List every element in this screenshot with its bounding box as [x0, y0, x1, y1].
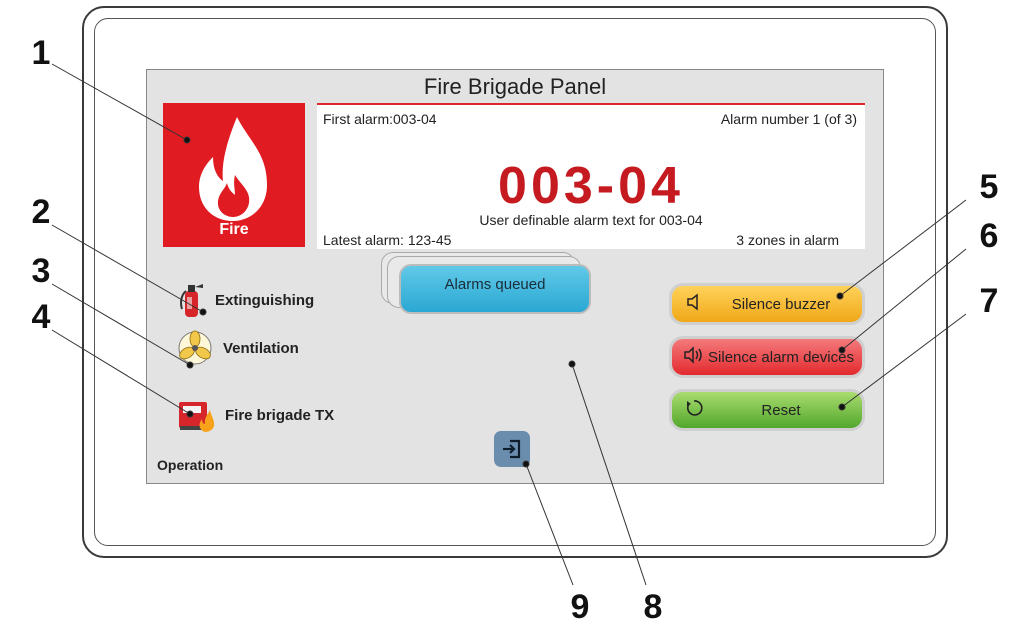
callout-4: 4 [31, 298, 51, 336]
callout-8: 8 [643, 588, 663, 626]
callout-7: 7 [979, 282, 999, 320]
callout-2: 2 [31, 193, 51, 231]
callout-6: 6 [979, 217, 999, 255]
callout-1: 1 [31, 34, 51, 72]
callout-leader-lines [51, 63, 967, 586]
callout-3: 3 [31, 252, 51, 290]
callout-5: 5 [979, 168, 999, 206]
callout-9: 9 [570, 588, 590, 626]
